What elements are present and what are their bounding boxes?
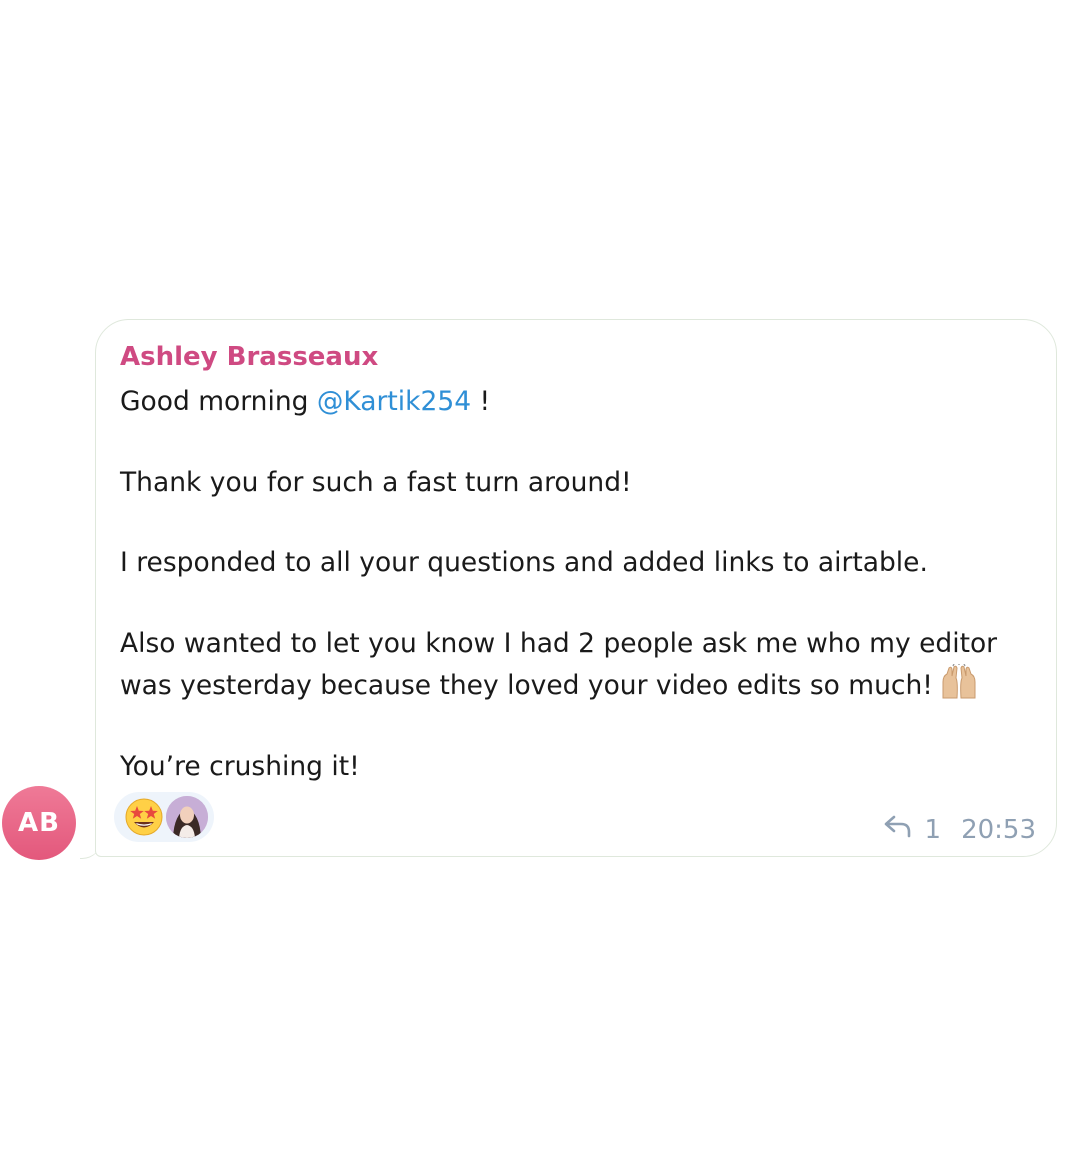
greeting-suffix: !	[471, 386, 491, 417]
reaction-chip[interactable]	[114, 792, 214, 842]
sender-avatar[interactable]: AB	[2, 786, 76, 860]
also-line-2: was yesterday because they loved your vi…	[120, 670, 933, 702]
also-line-2-wrap: was yesterday because they loved your vi…	[120, 663, 1020, 706]
avatar-initials: AB	[18, 808, 60, 838]
star-struck-icon	[124, 797, 164, 837]
greeting-line: Good morning @Kartik254 !	[120, 382, 1020, 422]
message-meta: 1 20:53	[883, 814, 1036, 845]
greeting-prefix: Good morning	[120, 386, 317, 417]
thanks-line: Thank you for such a fast turn around!	[120, 466, 632, 498]
message-text: Good morning @Kartik254 ! Thank you for …	[120, 382, 1020, 787]
reply-count[interactable]: 1	[925, 815, 942, 845]
mention-link[interactable]: @Kartik254	[317, 386, 471, 417]
also-line-1: Also wanted to let you know I had 2 peop…	[120, 627, 998, 659]
reactor-avatar[interactable]	[166, 796, 208, 838]
crushing-line: You’re crushing it!	[120, 750, 360, 782]
raising-hands-icon	[939, 663, 979, 699]
sender-name[interactable]: Ashley Brasseaux	[120, 342, 378, 372]
message-bubble[interactable]: Ashley Brasseaux Good morning @Kartik254…	[95, 319, 1057, 857]
responded-line: I responded to all your questions and ad…	[120, 547, 928, 579]
message-time: 20:53	[961, 814, 1036, 845]
reply-icon[interactable]	[883, 814, 913, 845]
